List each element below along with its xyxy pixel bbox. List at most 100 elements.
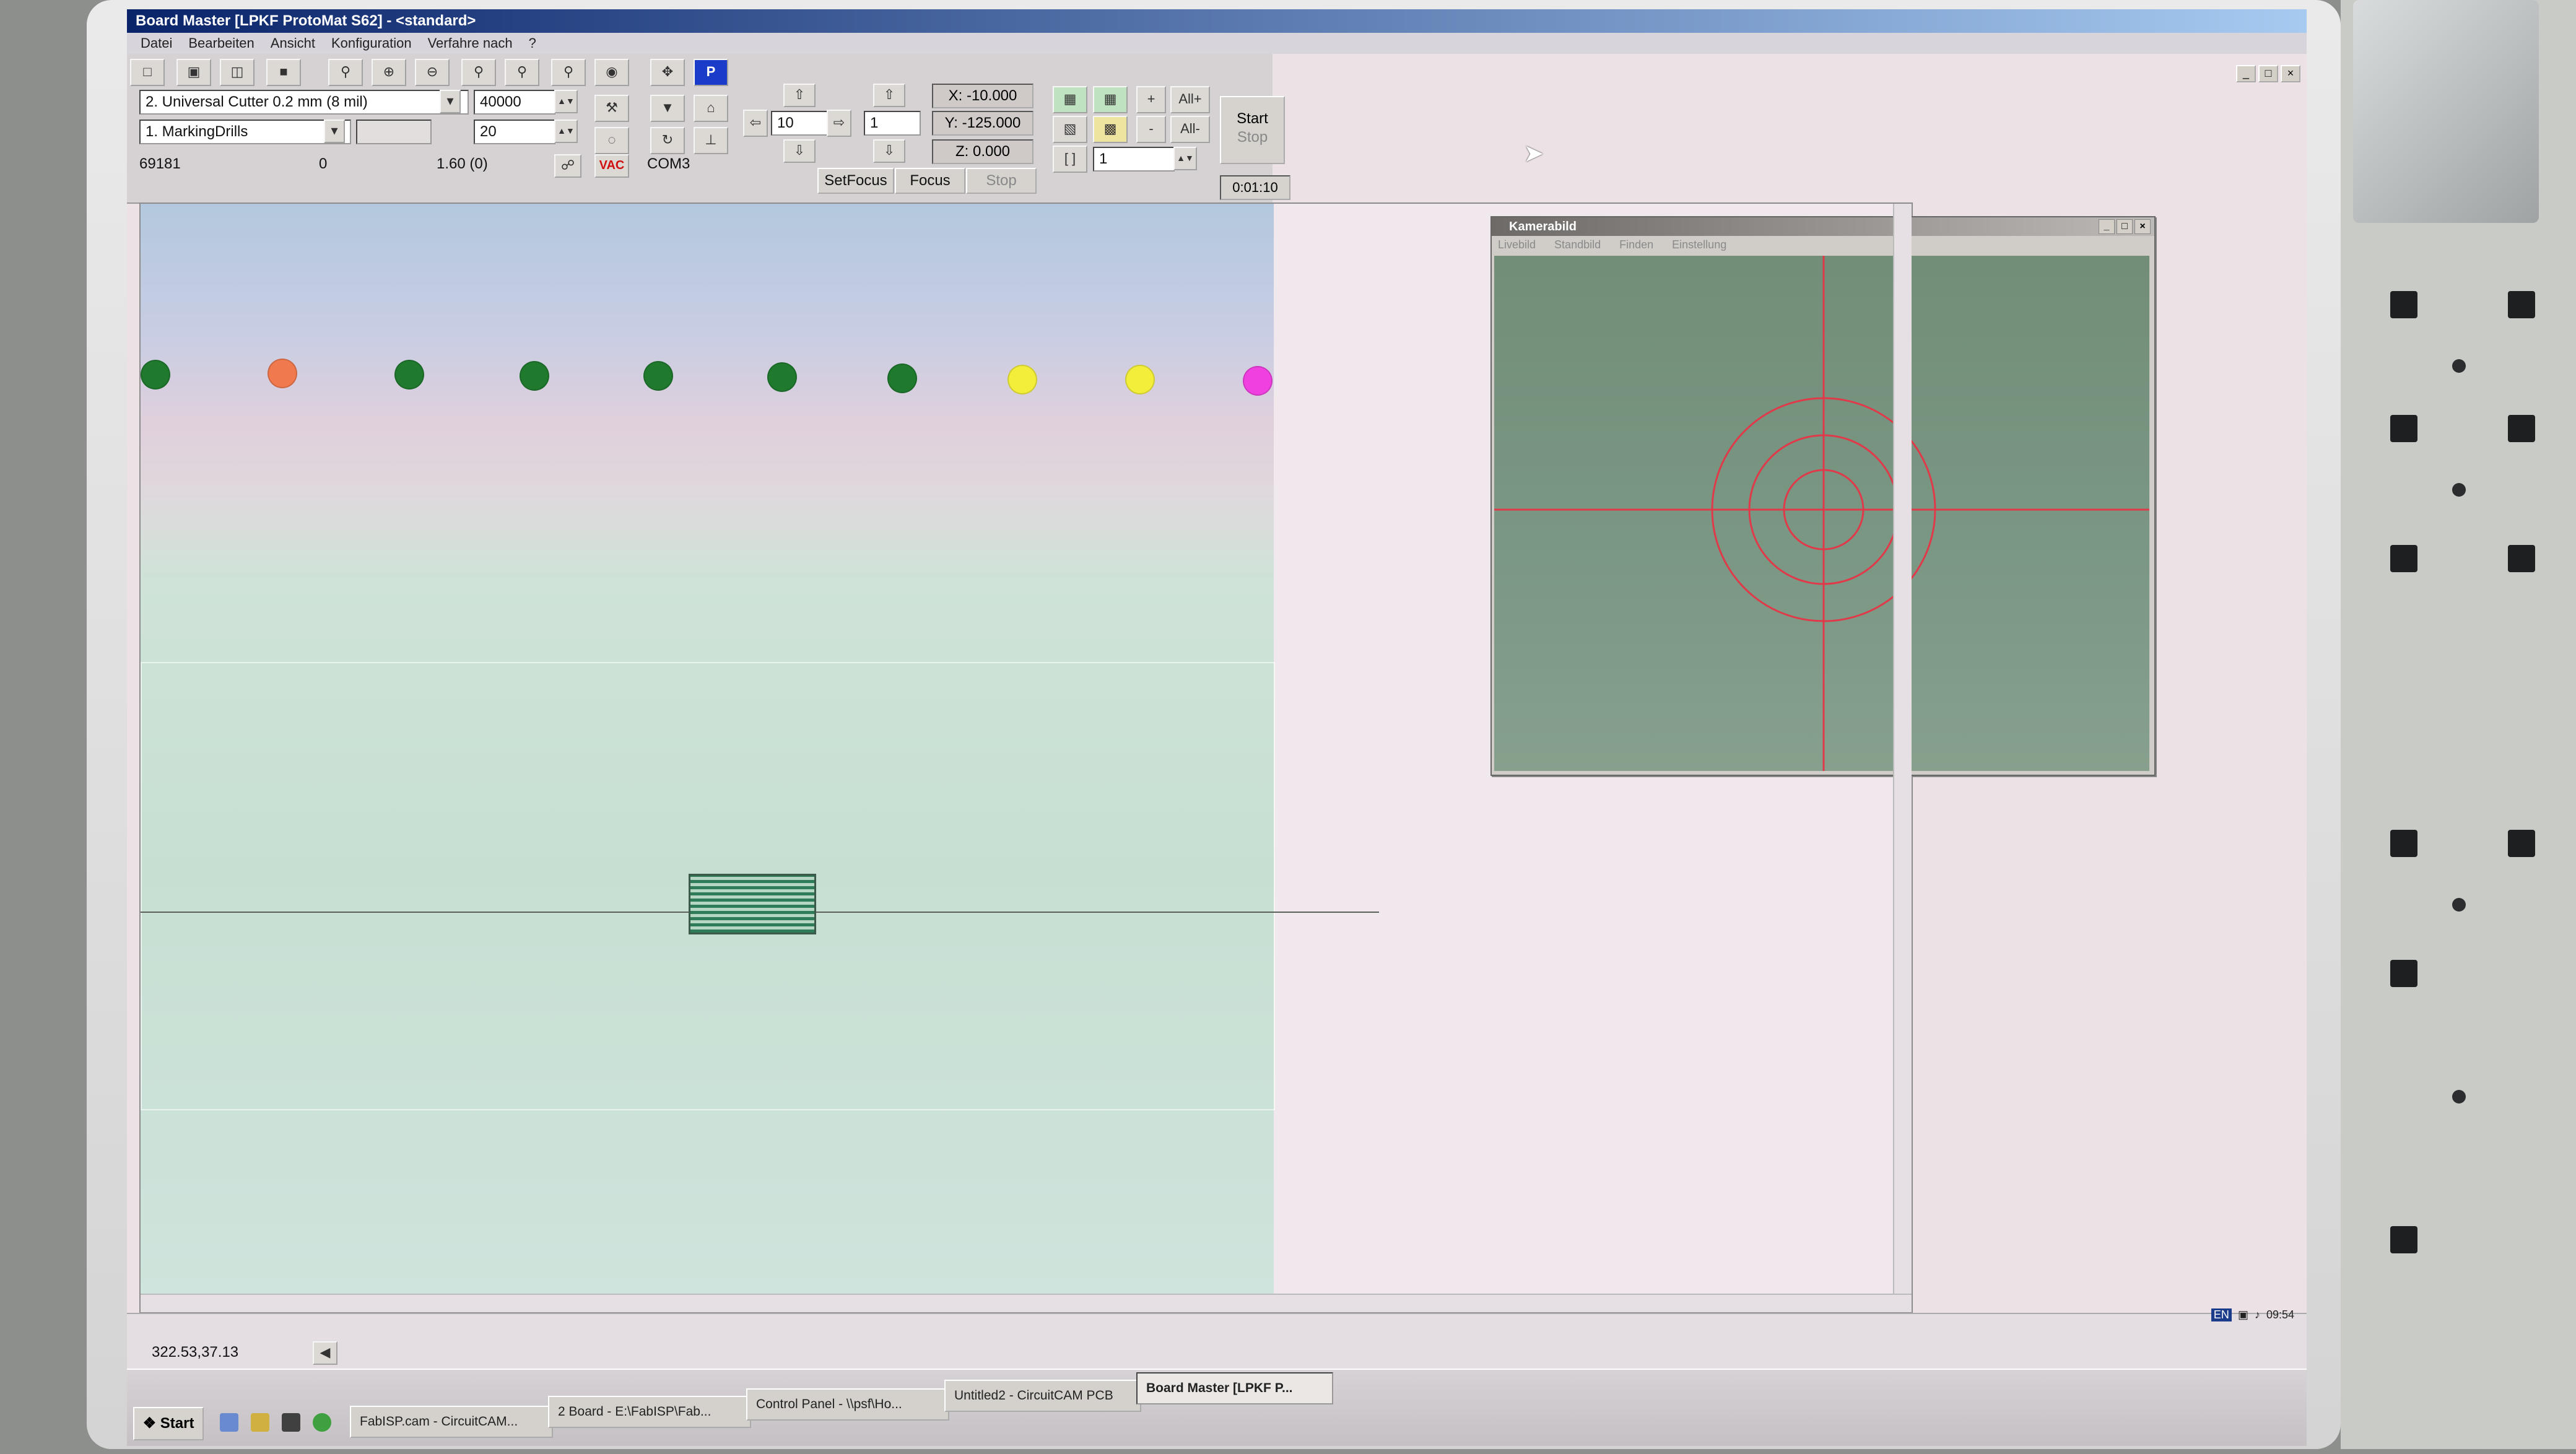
new-file-icon[interactable]: □ xyxy=(130,59,165,86)
volume-icon[interactable]: ♪ xyxy=(2255,1308,2260,1321)
setfocus-button[interactable]: SetFocus xyxy=(817,168,894,194)
menu-konfiguration[interactable]: Konfiguration xyxy=(331,33,412,54)
home-icon[interactable]: ⌂ xyxy=(694,95,728,122)
zoom-previous-icon[interactable]: ⚲ xyxy=(551,59,586,86)
camera-maximize-button[interactable]: □ xyxy=(2117,219,2133,234)
step-field[interactable]: 10 xyxy=(771,111,828,136)
horizontal-scrollbar[interactable] xyxy=(141,1294,1912,1312)
phase-select[interactable]: 1. MarkingDrills xyxy=(139,120,351,144)
tool-slot-4[interactable] xyxy=(520,361,549,391)
pcb-board-fabisp[interactable] xyxy=(689,874,816,934)
browser-icon[interactable] xyxy=(313,1413,331,1432)
task-untitled2[interactable]: Untitled2 - CircuitCAM PCB xyxy=(944,1380,1141,1412)
tool-slot-10[interactable] xyxy=(1243,366,1273,396)
rotate-icon[interactable]: ↻ xyxy=(650,127,685,154)
task-2-board[interactable]: 2 Board - E:\FabISP\Fab... xyxy=(548,1396,751,1428)
network-icon[interactable]: ▣ xyxy=(2238,1308,2248,1321)
park-button[interactable]: P xyxy=(694,59,728,86)
desktop-icon[interactable] xyxy=(220,1413,238,1432)
drill-icon[interactable]: ◌ xyxy=(594,127,629,154)
language-indicator[interactable]: EN xyxy=(2211,1308,2232,1321)
close-button[interactable]: × xyxy=(2281,65,2300,82)
speed-stepper[interactable]: ▲▼ xyxy=(554,90,578,113)
tool-slot-6[interactable] xyxy=(767,362,797,392)
camera-zoom-icon[interactable]: ◉ xyxy=(594,59,629,86)
plus-button[interactable]: + xyxy=(1136,86,1166,113)
menu-help[interactable]: ? xyxy=(529,33,536,54)
camera-minimize-button[interactable]: _ xyxy=(2099,219,2115,234)
arrow-up-icon[interactable]: ⇧ xyxy=(783,84,816,107)
camera-close-button[interactable]: × xyxy=(2134,219,2151,234)
phase-select-chevron-down-icon[interactable]: ▾ xyxy=(324,120,345,143)
zoom-all-icon[interactable]: ⚲ xyxy=(505,59,539,86)
vac-button[interactable]: VAC xyxy=(594,154,629,178)
camera-menu-livebild[interactable]: Livebild xyxy=(1498,236,1536,253)
camera-menu-finden[interactable]: Finden xyxy=(1619,236,1653,253)
menu-verfahre-nach[interactable]: Verfahre nach xyxy=(428,33,513,54)
camera-menu-einstellung[interactable]: Einstellung xyxy=(1672,236,1726,253)
speed-field[interactable]: 40000 xyxy=(474,90,555,115)
layer-icon[interactable]: ▦ xyxy=(1053,86,1087,113)
camera-menu-standbild[interactable]: Standbild xyxy=(1554,236,1601,253)
tool-select[interactable]: 2. Universal Cutter 0.2 mm (8 mil) xyxy=(139,90,469,115)
step-count-field[interactable]: 1 xyxy=(864,111,921,136)
arrow-right-icon[interactable]: ⇨ xyxy=(827,110,851,137)
clock[interactable]: 09:54 xyxy=(2266,1308,2294,1321)
task-control-panel[interactable]: Control Panel - \\psf\Ho... xyxy=(746,1388,949,1421)
focus-button[interactable]: Focus xyxy=(895,168,965,194)
z-down-icon[interactable]: ⇩ xyxy=(873,139,905,163)
start-button[interactable]: ❖ Start xyxy=(133,1407,204,1440)
tool-slot-2[interactable] xyxy=(268,359,297,388)
layer-edit-icon[interactable]: ▧ xyxy=(1053,116,1087,143)
menu-ansicht[interactable]: Ansicht xyxy=(271,33,315,54)
zoom-icon[interactable]: ⚲ xyxy=(328,59,363,86)
maximize-button[interactable]: □ xyxy=(2258,65,2278,82)
value-20-field[interactable]: 20 xyxy=(474,120,555,144)
tool-slot-7[interactable] xyxy=(887,364,917,393)
vertical-scrollbar[interactable] xyxy=(1893,204,1912,1312)
all-minus-button[interactable]: All- xyxy=(1170,116,1210,143)
zoom-in-icon[interactable]: ⊕ xyxy=(372,59,406,86)
scroll-left-icon[interactable]: ◀ xyxy=(313,1341,337,1365)
camera-window[interactable]: Kamerabild _ □ × Livebild Standbild Find… xyxy=(1490,216,2156,776)
tool-slot-3[interactable] xyxy=(394,360,424,390)
all-plus-button[interactable]: All+ xyxy=(1170,86,1210,113)
sensor-icon[interactable]: ⊥ xyxy=(694,127,728,154)
minimize-button[interactable]: _ xyxy=(2236,65,2256,82)
open-folder-icon[interactable]: ◫ xyxy=(220,59,255,86)
z-up-icon[interactable]: ⇧ xyxy=(873,84,905,107)
task-board-master[interactable]: Board Master [LPKF P... xyxy=(1136,1372,1333,1404)
media-icon[interactable] xyxy=(282,1413,300,1432)
tool-slot-5[interactable] xyxy=(643,361,673,391)
loop-field[interactable]: 1 xyxy=(1093,147,1175,172)
start-stop-button[interactable]: Start Stop xyxy=(1220,96,1285,164)
arrow-left-icon[interactable]: ⇦ xyxy=(743,110,768,137)
menu-bearbeiten[interactable]: Bearbeiten xyxy=(188,33,254,54)
bracket-icon[interactable]: [ ] xyxy=(1053,146,1087,173)
import-icon[interactable]: ▣ xyxy=(176,59,211,86)
tool-select-chevron-down-icon[interactable]: ▾ xyxy=(440,90,461,113)
loop-stepper[interactable]: ▲▼ xyxy=(1173,147,1197,170)
explorer-icon[interactable] xyxy=(251,1413,269,1432)
task-label: Control Panel - \\psf\Ho... xyxy=(756,1397,902,1411)
tool-change-icon[interactable]: ⚒ xyxy=(594,95,629,122)
minus-button[interactable]: - xyxy=(1136,116,1166,143)
cart-icon[interactable]: ☍ xyxy=(554,154,581,178)
zoom-window-icon[interactable]: ⚲ xyxy=(461,59,496,86)
menu-datei[interactable]: Datei xyxy=(141,33,172,54)
work-area[interactable]: Kamerabild _ □ × Livebild Standbild Find… xyxy=(139,202,2156,1313)
head-down-icon[interactable]: ▼ xyxy=(650,95,685,122)
layer-select-icon[interactable]: ▩ xyxy=(1093,116,1128,143)
tool-slot-1[interactable] xyxy=(141,360,170,390)
save-icon[interactable]: ■ xyxy=(266,59,301,86)
task-fabisp-cam[interactable]: FabISP.cam - CircuitCAM... xyxy=(350,1406,553,1438)
layer-all-icon[interactable]: ▦ xyxy=(1093,86,1128,113)
arrow-down-icon[interactable]: ⇩ xyxy=(783,139,816,163)
empty-field[interactable] xyxy=(356,120,432,144)
tool-slot-9[interactable] xyxy=(1125,365,1155,394)
zoom-out-icon[interactable]: ⊖ xyxy=(415,59,450,86)
value-20-stepper[interactable]: ▲▼ xyxy=(554,120,578,143)
stop-button[interactable]: Stop xyxy=(966,168,1037,194)
tool-slot-8[interactable] xyxy=(1007,365,1037,394)
move-head-icon[interactable]: ✥ xyxy=(650,59,685,86)
